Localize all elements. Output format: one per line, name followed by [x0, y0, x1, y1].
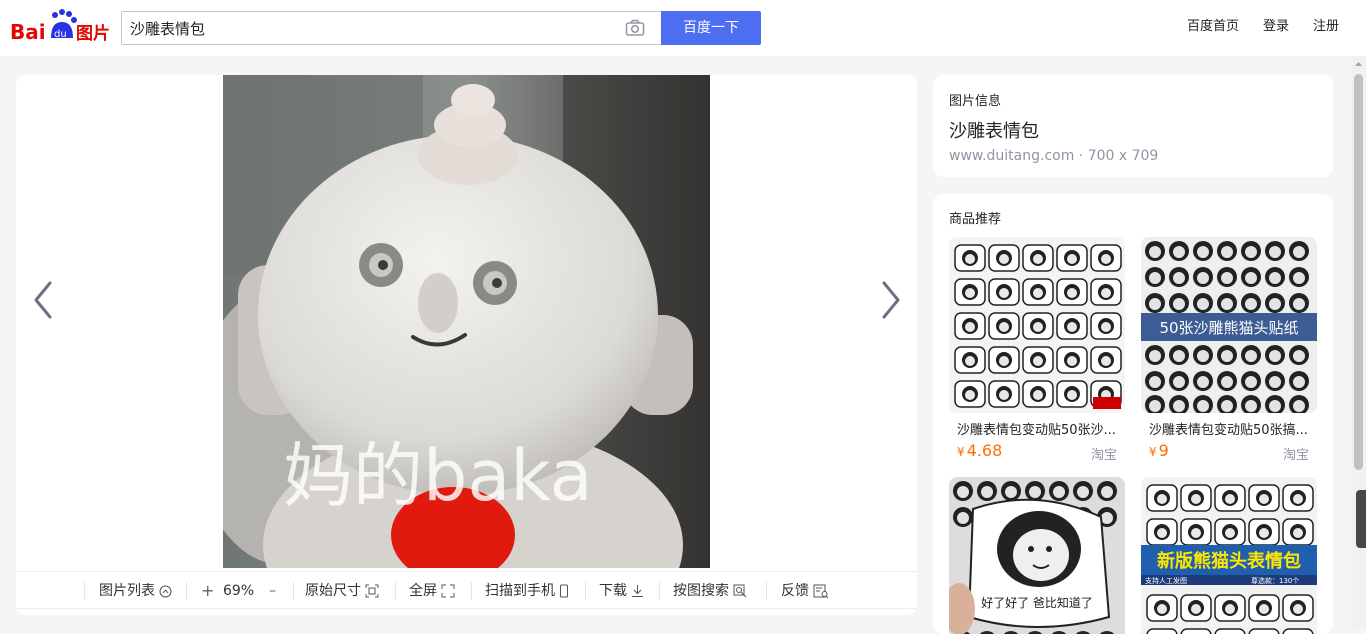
original-size-icon: [365, 584, 379, 598]
makka-pakka-toy-image: 妈的baka: [223, 75, 710, 568]
nav-home-link[interactable]: 百度首页: [1187, 15, 1239, 34]
nav-register-link[interactable]: 注册: [1313, 15, 1339, 34]
product-banner-text: 50张沙雕熊猫头贴纸: [1159, 319, 1298, 337]
feedback-icon: [813, 584, 829, 598]
product-store: 淘宝: [1090, 448, 1117, 463]
zoom-level: 69%: [223, 581, 254, 601]
product-image[interactable]: [949, 237, 1125, 413]
original-size-label: 原始尺寸: [305, 583, 361, 599]
feedback-label: 反馈: [781, 583, 809, 599]
original-size-button[interactable]: 原始尺寸: [305, 581, 379, 601]
currency-symbol: ¥: [1149, 445, 1157, 459]
toolbar-divider: [585, 582, 586, 600]
zoom-out-label: –: [269, 583, 276, 599]
top-bar: Bai du 图片 百度一下 百度首页 登录 注册: [0, 0, 1366, 56]
toolbar-divider: [395, 582, 396, 600]
image-search-icon: [733, 584, 747, 598]
product-banner-text: 新版熊猫头表情包: [1157, 550, 1301, 572]
fullscreen-button[interactable]: 全屏: [409, 581, 455, 601]
image-list-label: 图片列表: [99, 583, 155, 599]
currency-symbol: ¥: [957, 445, 965, 459]
scroll-up-arrow-icon[interactable]: [1351, 59, 1366, 69]
image-info-title: 沙雕表情包: [949, 121, 1039, 142]
main-image[interactable]: 妈的baka: [223, 75, 710, 568]
product-store: 淘宝: [1282, 448, 1309, 463]
feedback-button[interactable]: 反馈: [781, 581, 829, 601]
product-price: ¥9: [1149, 441, 1169, 460]
toolbar-divider: [659, 582, 660, 600]
scan-to-phone-label: 扫描到手机: [485, 583, 555, 599]
panda-sticker-photo-image: 好了好了 爸比知道了: [949, 477, 1125, 634]
toolbar-divider: [471, 582, 472, 600]
download-label: 下载: [599, 583, 627, 599]
product-name[interactable]: 沙雕表情包变动贴50张搞...: [1149, 419, 1313, 438]
svg-text:Bai: Bai: [10, 20, 46, 44]
zoom-out-button[interactable]: –: [269, 581, 276, 601]
chevron-up-circle-icon: [159, 585, 172, 597]
product-price-value: 9: [1158, 441, 1169, 460]
fullscreen-label: 全屏: [409, 583, 437, 599]
image-list-button[interactable]: 图片列表: [99, 581, 172, 601]
nav-login-link[interactable]: 登录: [1263, 15, 1289, 34]
image-caption: 妈的baka: [283, 435, 593, 517]
product-image[interactable]: 50张沙雕熊猫头贴纸: [1141, 237, 1317, 413]
product-recommend-card: 商品推荐 沙雕表情包变动贴50张沙... ¥4.68 淘宝 50张沙雕熊猫头贴纸…: [933, 194, 1333, 634]
zoom-in-label: +: [201, 581, 215, 600]
product-image[interactable]: 好了好了 爸比知道了: [949, 477, 1125, 634]
image-info-source[interactable]: www.duitang.com · 700 x 709: [949, 148, 1158, 164]
toolbar-divider: [293, 582, 294, 600]
viewer-toolbar: 图片列表 + 69% – 原始尺寸 全屏 扫描到手机 下载 按图搜索 反馈: [16, 571, 917, 609]
toolbar-divider: [186, 582, 187, 600]
image-info-card: 图片信息 沙雕表情包 www.duitang.com · 700 x 709: [933, 75, 1333, 177]
scrollbar-thumb[interactable]: [1354, 74, 1363, 470]
product-banner-subtext: 支持人工发图: [1145, 576, 1187, 585]
side-float-widget[interactable]: [1356, 490, 1366, 548]
search-box[interactable]: [121, 11, 661, 45]
product-recommend-title: 商品推荐: [949, 212, 1002, 227]
product-image[interactable]: 新版熊猫头表情包 支持人工发图 尊选款：130个: [1141, 477, 1317, 634]
toolbar-divider: [766, 582, 767, 600]
product-name[interactable]: 沙雕表情包变动贴50张沙...: [957, 419, 1121, 438]
panda-sticker-sheet-image: [949, 237, 1125, 413]
search-by-image-button[interactable]: 按图搜索: [673, 581, 747, 601]
baidu-image-logo[interactable]: Bai du 图片: [10, 8, 112, 44]
zoom-in-button[interactable]: +: [201, 581, 214, 601]
product-banner-subtext: 尊选款：130个: [1251, 576, 1299, 585]
search-input[interactable]: [130, 12, 610, 44]
product-banner-text: 好了好了 爸比知道了: [981, 596, 1093, 610]
scan-to-phone-button[interactable]: 扫描到手机: [485, 581, 569, 601]
zoom-level-value: 69%: [223, 583, 255, 599]
image-info-label: 图片信息: [949, 94, 1002, 109]
phone-icon: [560, 584, 568, 598]
search-by-image-label: 按图搜索: [673, 583, 729, 599]
panda-sticker-pack-image: 50张沙雕熊猫头贴纸: [1141, 237, 1317, 413]
product-price: ¥4.68: [957, 441, 1002, 460]
svg-text:du: du: [54, 29, 67, 40]
prev-image-arrow-icon[interactable]: [28, 279, 58, 321]
download-icon: [632, 585, 643, 597]
fullscreen-icon: [441, 584, 455, 598]
svg-text:图片: 图片: [76, 23, 110, 44]
panda-sticker-collection-image: 新版熊猫头表情包 支持人工发图 尊选款：130个: [1141, 477, 1317, 634]
search-button[interactable]: 百度一下: [661, 11, 761, 45]
camera-icon[interactable]: [625, 19, 645, 37]
download-button[interactable]: 下载: [599, 581, 644, 601]
next-image-arrow-icon[interactable]: [876, 279, 906, 321]
toolbar-divider: [84, 582, 85, 600]
image-viewer: 妈的baka 图片列表 + 69% – 原始尺寸 全屏 扫描到手机 下载 按图搜…: [16, 75, 917, 615]
product-price-value: 4.68: [966, 441, 1003, 460]
